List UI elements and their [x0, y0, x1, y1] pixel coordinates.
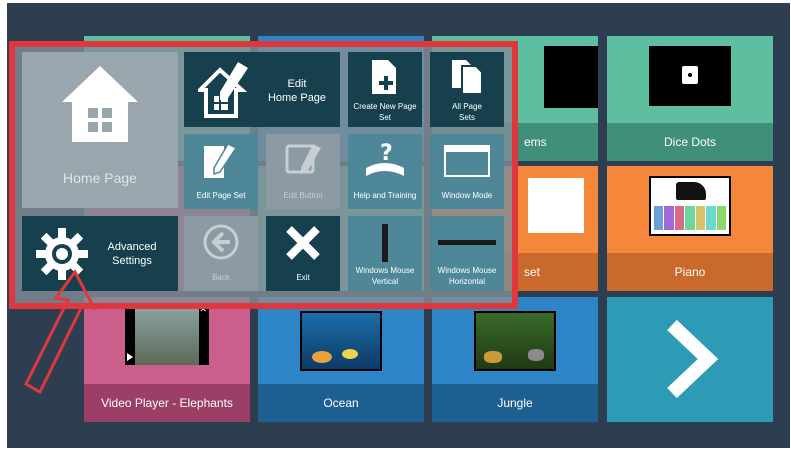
all-page-sets-label-2: Sets [458, 113, 475, 122]
next-arrow-icon [667, 319, 719, 399]
close-icon [286, 226, 320, 260]
house-icon [62, 66, 138, 142]
elephants-image: ✕ [125, 303, 209, 365]
tile-video-label: Video Player - Elephants [101, 396, 233, 410]
tile-ocean-caption: Ocean [258, 384, 424, 422]
tile-items-label: ems [524, 135, 547, 149]
tile-ocean[interactable]: Ocean [258, 297, 424, 422]
exit-label: Exit [296, 273, 310, 282]
tile-piano-label: Piano [674, 265, 706, 279]
home-page-button[interactable]: Home Page [22, 52, 178, 208]
exit-button[interactable]: Exit [266, 216, 340, 291]
items-image [544, 46, 598, 108]
edit-button-label: Edit Button [283, 191, 323, 200]
tile-piano-caption: Piano [607, 253, 773, 291]
jungle-image [474, 311, 556, 371]
tile-dice-dots[interactable]: Dice Dots [607, 36, 773, 161]
windows-mouse-vertical-label-1: Windows Mouse [355, 266, 415, 275]
tile-ocean-label: Ocean [323, 396, 359, 410]
advanced-settings-label-1: Advanced [107, 241, 157, 253]
new-page-icon [372, 60, 396, 94]
tile-jungle-caption: Jungle [432, 384, 598, 422]
windows-mouse-horizontal-label-1: Windows Mouse [437, 266, 497, 275]
create-new-page-set-label-1: Create New Page [353, 102, 417, 111]
svg-text:?: ? [380, 141, 393, 166]
edit-page-set-label: Edit Page Set [196, 191, 246, 200]
mouse-horizontal-icon [438, 240, 496, 245]
play-icon [127, 353, 133, 361]
mouse-vertical-icon [382, 224, 388, 262]
dice-icon [682, 66, 698, 84]
back-label: Back [212, 273, 230, 282]
tile-jungle[interactable]: Jungle [432, 297, 598, 422]
tile-drum-label: set [524, 265, 541, 279]
screenshot-frame: ems set Dice Dots Piano ✕ Video Player -… [0, 0, 791, 450]
edit-home-icon [198, 62, 248, 118]
back-button[interactable]: Back [184, 216, 258, 291]
dice-image [649, 46, 731, 106]
edit-button-icon [285, 144, 321, 174]
windows-mouse-horizontal-button[interactable]: Windows Mouse Horizontal [430, 216, 504, 291]
window-mode-label: Window Mode [441, 191, 493, 200]
windows-mouse-vertical-label-2: Vertical [371, 277, 399, 286]
edit-page-icon [204, 143, 238, 178]
windows-mouse-horizontal-label-2: Horizontal [448, 277, 485, 286]
windows-mouse-vertical-button[interactable]: Windows Mouse Vertical [348, 216, 422, 291]
ocean-image [300, 311, 382, 371]
piano-image [649, 176, 731, 236]
tile-video-elephants[interactable]: ✕ Video Player - Elephants [84, 297, 250, 422]
edit-home-page-label-1: Edit [287, 78, 307, 90]
tile-next[interactable] [607, 297, 773, 422]
edit-home-page-button[interactable]: Edit Home Page [184, 52, 340, 127]
back-icon [203, 224, 239, 260]
create-new-page-set-button[interactable]: Create New Page Set [348, 52, 422, 127]
create-new-page-set-label-2: Set [378, 113, 391, 122]
tile-video-caption: Video Player - Elephants [84, 384, 250, 422]
all-page-sets-button[interactable]: All Page Sets [430, 52, 504, 127]
help-and-training-button[interactable]: ? Help and Training [348, 134, 422, 209]
window-mode-button[interactable]: Window Mode [430, 134, 504, 209]
edit-page-set-button[interactable]: Edit Page Set [184, 134, 258, 209]
home-page-label: Home Page [63, 170, 137, 186]
edit-home-page-label-2: Home Page [267, 92, 327, 104]
tile-jungle-label: Jungle [497, 396, 533, 410]
all-pages-icon [452, 60, 483, 95]
drum-image [528, 178, 584, 233]
advanced-settings-label-2: Settings [112, 255, 152, 267]
edit-button-button[interactable]: Edit Button [266, 134, 340, 209]
all-page-sets-label-1: All Page [452, 102, 482, 111]
help-and-training-label: Help and Training [353, 191, 417, 200]
tile-dice-label: Dice Dots [663, 135, 716, 149]
help-icon: ? [366, 141, 404, 176]
window-icon [444, 145, 490, 177]
pointer-arrow [24, 269, 97, 395]
tile-piano[interactable]: Piano [607, 166, 773, 291]
tile-dice-caption: Dice Dots [607, 123, 773, 161]
